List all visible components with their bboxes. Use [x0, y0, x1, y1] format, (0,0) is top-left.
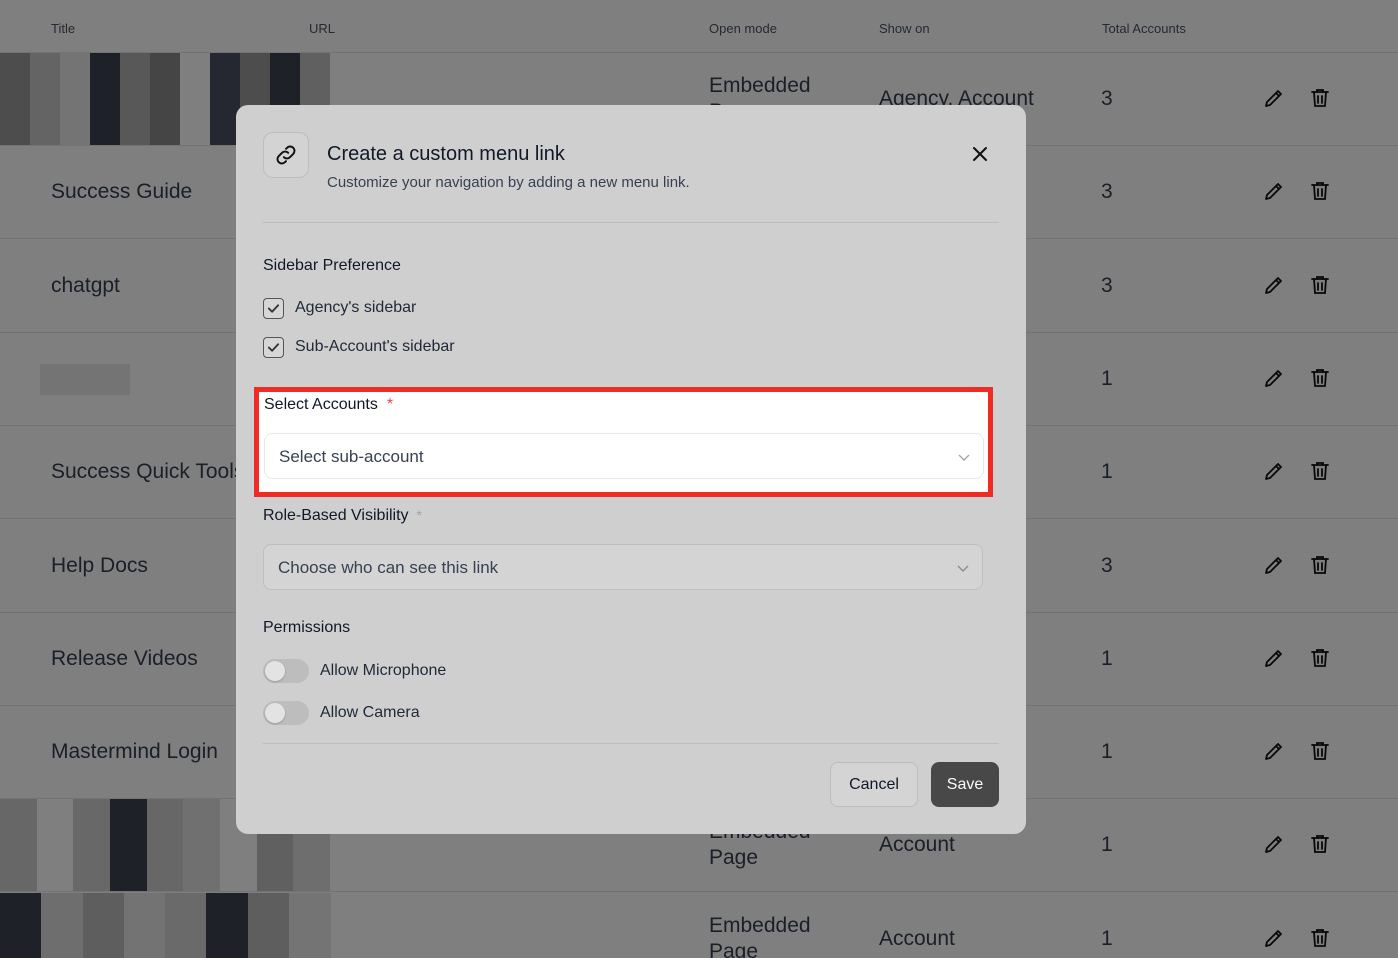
- footer-divider: [263, 743, 999, 744]
- permissions-label: Permissions: [263, 619, 351, 636]
- allow-microphone-toggle[interactable]: [263, 659, 309, 683]
- required-mark: *: [416, 507, 422, 523]
- close-icon: [973, 147, 987, 161]
- subaccount-sidebar-label: Sub-Account's sidebar: [295, 338, 455, 355]
- header-divider: [263, 222, 999, 223]
- select-accounts-dropdown[interactable]: Select sub-account: [264, 433, 984, 479]
- allow-microphone-option: Allow Microphone: [263, 658, 446, 684]
- select-accounts-label: Select Accounts *: [264, 396, 393, 414]
- close-button[interactable]: [967, 141, 993, 167]
- modal-subtitle: Customize your navigation by adding a ne…: [327, 174, 690, 191]
- allow-camera-option: Allow Camera: [263, 700, 420, 726]
- checkmark-icon: [267, 342, 280, 352]
- role-visibility-label-text: Role-Based Visibility: [263, 507, 409, 524]
- checkmark-icon: [267, 303, 280, 313]
- subaccount-sidebar-option[interactable]: Sub-Account's sidebar: [263, 336, 455, 358]
- allow-camera-toggle[interactable]: [263, 701, 309, 725]
- select-accounts-highlight: Select Accounts * Select sub-account: [254, 387, 993, 497]
- select-accounts-label-text: Select Accounts: [264, 396, 378, 413]
- chevron-down-icon: [958, 454, 970, 461]
- agency-sidebar-checkbox[interactable]: [263, 297, 284, 319]
- allow-microphone-label: Allow Microphone: [320, 662, 447, 679]
- agency-sidebar-label: Agency's sidebar: [295, 299, 417, 316]
- subaccount-sidebar-checkbox[interactable]: [263, 336, 284, 358]
- required-mark: *: [386, 396, 394, 413]
- sidebar-preference-label: Sidebar Preference: [263, 257, 401, 274]
- role-visibility-select[interactable]: Choose who can see this link: [263, 544, 983, 590]
- chevron-down-icon: [957, 565, 969, 572]
- role-visibility-placeholder: Choose who can see this link: [278, 558, 499, 577]
- role-visibility-label: Role-Based Visibility *: [263, 507, 422, 525]
- cancel-button[interactable]: Cancel: [830, 762, 918, 807]
- link-icon: [263, 132, 309, 178]
- allow-camera-label: Allow Camera: [320, 704, 420, 721]
- select-accounts-placeholder: Select sub-account: [279, 447, 424, 466]
- modal-title: Create a custom menu link: [327, 143, 565, 165]
- agency-sidebar-option[interactable]: Agency's sidebar: [263, 297, 416, 319]
- save-button[interactable]: Save: [931, 762, 999, 807]
